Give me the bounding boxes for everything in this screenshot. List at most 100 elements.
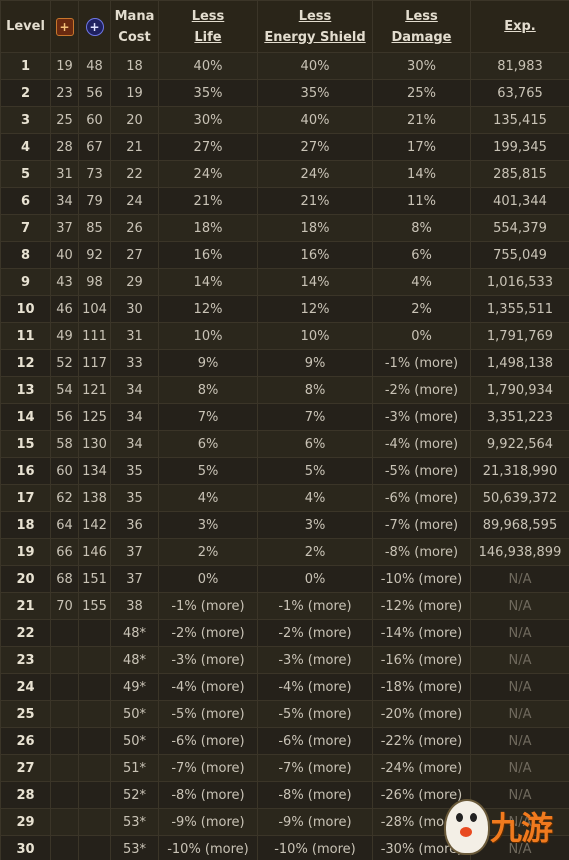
level-cell: 9 xyxy=(0,268,51,296)
level-header[interactable]: Level xyxy=(0,0,51,53)
exp-cell: N/A xyxy=(470,700,569,728)
mana-cost-cell: 24 xyxy=(110,187,159,215)
strength-cell: 25 xyxy=(50,106,79,134)
intelligence-cell: 134 xyxy=(78,457,111,485)
intelligence-cell: 60 xyxy=(78,106,111,134)
intelligence-icon: + xyxy=(85,17,104,36)
less-damage-header[interactable]: Less Damage xyxy=(372,0,471,53)
less-damage-cell: -3% (more) xyxy=(372,403,471,431)
strength-cell: 52 xyxy=(50,349,79,377)
mana-cost-cell: 20 xyxy=(110,106,159,134)
strength-cell: 60 xyxy=(50,457,79,485)
mana-cost-cell: 34 xyxy=(110,403,159,431)
less-life-cell: 9% xyxy=(158,349,258,377)
table-row: 7 37 85 26 18% 18% 8% 554,379 xyxy=(0,214,569,242)
less-damage-cell: -24% (more) xyxy=(372,754,471,782)
exp-cell: N/A xyxy=(470,646,569,674)
strength-cell: 70 xyxy=(50,592,79,620)
less-energy-shield-cell: -4% (more) xyxy=(257,673,373,701)
mana-cost-cell: 18 xyxy=(110,52,159,80)
strength-cell xyxy=(50,754,79,782)
table-row: 4 28 67 21 27% 27% 17% 199,345 xyxy=(0,133,569,161)
less-energy-shield-cell: 3% xyxy=(257,511,373,539)
less-energy-shield-cell: -9% (more) xyxy=(257,808,373,836)
less-energy-shield-cell: 35% xyxy=(257,79,373,107)
less-energy-shield-header[interactable]: Less Energy Shield xyxy=(257,0,373,53)
strength-cell xyxy=(50,781,79,809)
strength-cell xyxy=(50,619,79,647)
level-cell: 12 xyxy=(0,349,51,377)
table-row: 23 48* -3% (more) -3% (more) -16% (more) N/A xyxy=(0,646,569,674)
mana-cost-cell: 48* xyxy=(110,646,159,674)
less-life-cell: 35% xyxy=(158,79,258,107)
table-row: 6 34 79 24 21% 21% 11% 401,344 xyxy=(0,187,569,215)
less-damage-cell: -1% (more) xyxy=(372,349,471,377)
mana-cost-header[interactable]: Mana Cost xyxy=(110,0,159,53)
table-row: 15 58 130 34 6% 6% -4% (more) 9,922,564 xyxy=(0,430,569,458)
less-damage-cell: -6% (more) xyxy=(372,484,471,512)
level-cell: 21 xyxy=(0,592,51,620)
intelligence-cell: 125 xyxy=(78,403,111,431)
level-cell: 23 xyxy=(0,646,51,674)
strength-cell xyxy=(50,646,79,674)
exp-cell: 1,016,533 xyxy=(470,268,569,296)
level-cell: 30 xyxy=(0,835,51,860)
mana-cost-cell: 50* xyxy=(110,727,159,755)
less-damage-cell: -7% (more) xyxy=(372,511,471,539)
strength-cell xyxy=(50,835,79,860)
mana-cost-cell: 35 xyxy=(110,457,159,485)
exp-cell: N/A xyxy=(470,565,569,593)
less-energy-shield-cell: 40% xyxy=(257,106,373,134)
less-damage-cell: 30% xyxy=(372,52,471,80)
less-energy-shield-cell: -6% (more) xyxy=(257,727,373,755)
level-cell: 16 xyxy=(0,457,51,485)
less-energy-shield-cell: 2% xyxy=(257,538,373,566)
less-life-header[interactable]: Less Life xyxy=(158,0,258,53)
intelligence-cell xyxy=(78,673,111,701)
strength-cell: 43 xyxy=(50,268,79,296)
table-row: 20 68 151 37 0% 0% -10% (more) N/A xyxy=(0,565,569,593)
less-damage-cell: 8% xyxy=(372,214,471,242)
intelligence-cell: 98 xyxy=(78,268,111,296)
table-row: 3 25 60 20 30% 40% 21% 135,415 xyxy=(0,106,569,134)
less-damage-cell: -18% (more) xyxy=(372,673,471,701)
intelligence-cell xyxy=(78,781,111,809)
exp-header[interactable]: Exp. xyxy=(470,0,569,53)
intelligence-cell: 73 xyxy=(78,160,111,188)
table-row: 14 56 125 34 7% 7% -3% (more) 3,351,223 xyxy=(0,403,569,431)
mana-cost-cell: 29 xyxy=(110,268,159,296)
mana-cost-cell: 34 xyxy=(110,430,159,458)
less-energy-shield-cell: 21% xyxy=(257,187,373,215)
intelligence-cell: 111 xyxy=(78,322,111,350)
strength-cell: 49 xyxy=(50,322,79,350)
less-energy-shield-cell: -10% (more) xyxy=(257,835,373,860)
level-cell: 29 xyxy=(0,808,51,836)
less-life-cell: 8% xyxy=(158,376,258,404)
less-damage-cell: -16% (more) xyxy=(372,646,471,674)
less-damage-cell: 25% xyxy=(372,79,471,107)
less-life-cell: -4% (more) xyxy=(158,673,258,701)
less-energy-shield-cell: -3% (more) xyxy=(257,646,373,674)
level-cell: 26 xyxy=(0,727,51,755)
table-header-row: Level + + Mana Cost Less Life Less Energy S… xyxy=(0,0,569,53)
exp-cell: N/A xyxy=(470,592,569,620)
less-life-cell: -2% (more) xyxy=(158,619,258,647)
less-damage-cell: -20% (more) xyxy=(372,700,471,728)
level-cell: 7 xyxy=(0,214,51,242)
mana-cost-cell: 48* xyxy=(110,619,159,647)
strength-header[interactable]: + xyxy=(50,0,79,53)
intelligence-header[interactable]: + xyxy=(78,0,111,53)
exp-cell: 1,355,511 xyxy=(470,295,569,323)
less-life-cell: -5% (more) xyxy=(158,700,258,728)
strength-cell: 23 xyxy=(50,79,79,107)
strength-cell: 54 xyxy=(50,376,79,404)
exp-cell: 81,983 xyxy=(470,52,569,80)
table-row: 19 66 146 37 2% 2% -8% (more) 146,938,899 xyxy=(0,538,569,566)
intelligence-cell: 146 xyxy=(78,538,111,566)
less-damage-cell: -14% (more) xyxy=(372,619,471,647)
less-energy-shield-cell: -5% (more) xyxy=(257,700,373,728)
table-row: 30 53* -10% (more) -10% (more) -30% (more) N/… xyxy=(0,835,569,860)
less-life-cell: -6% (more) xyxy=(158,727,258,755)
less-energy-shield-cell: 0% xyxy=(257,565,373,593)
less-energy-shield-cell: -7% (more) xyxy=(257,754,373,782)
